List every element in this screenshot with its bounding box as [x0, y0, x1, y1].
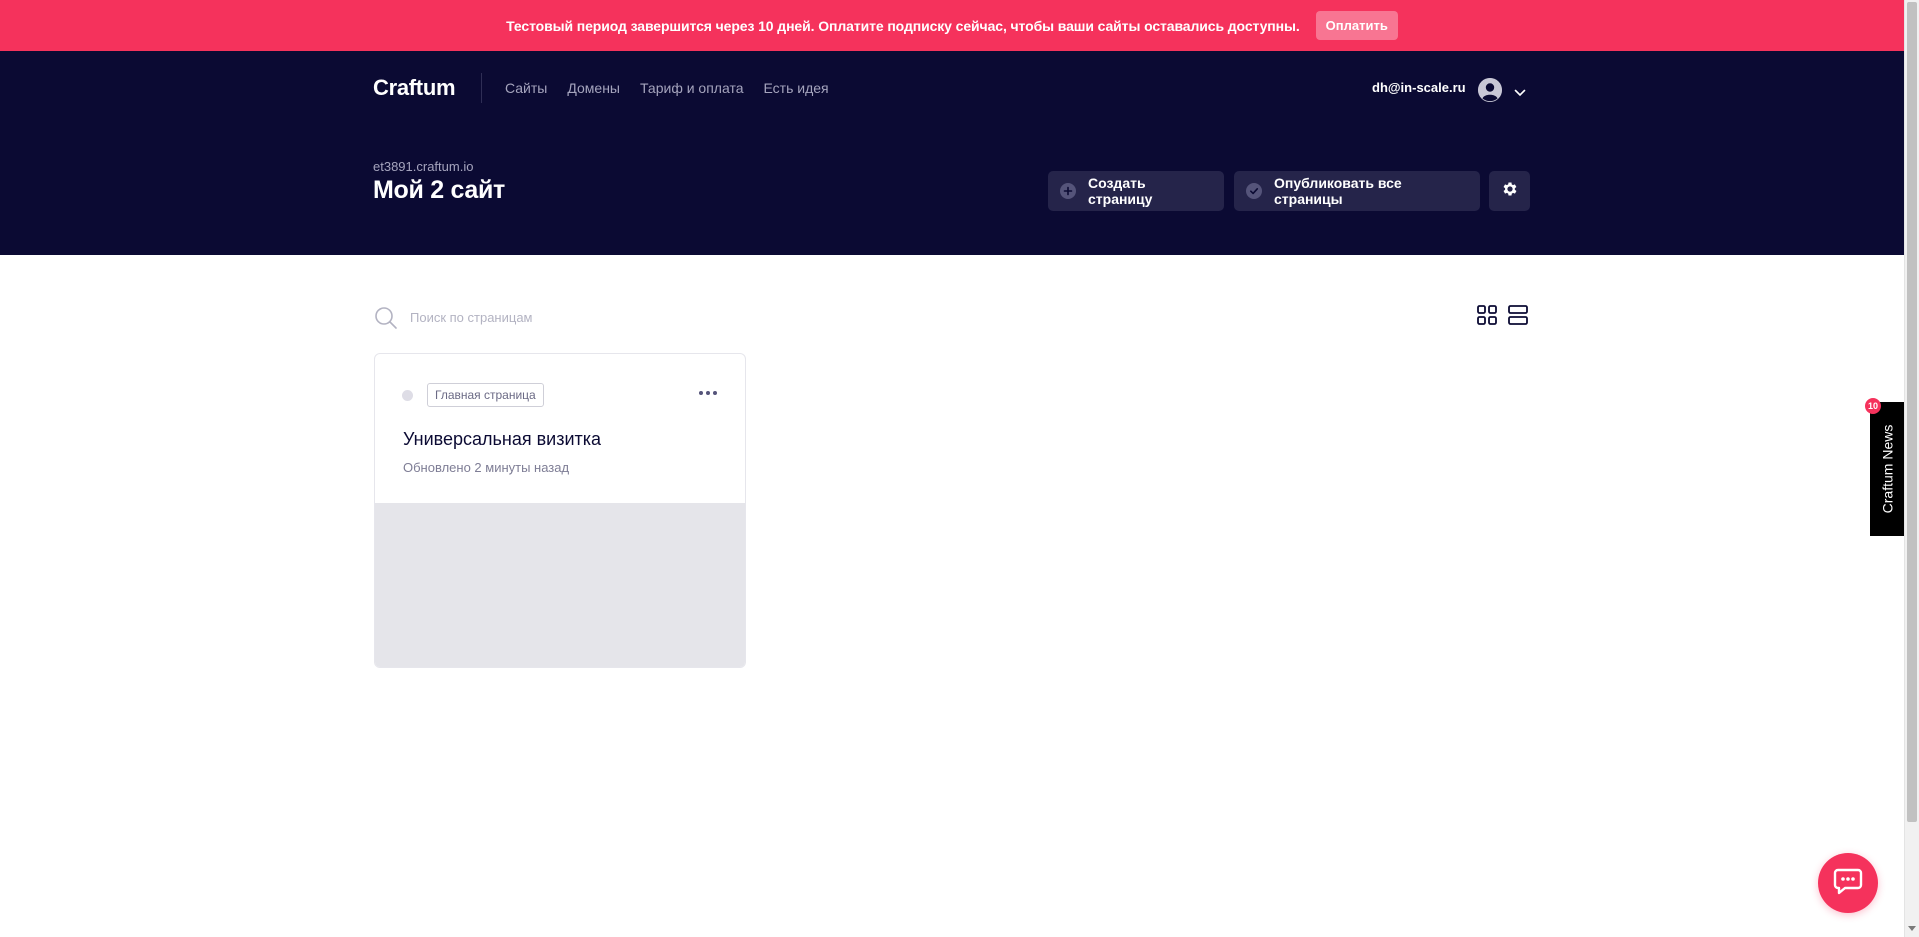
- page-title: Мой 2 сайт: [373, 176, 505, 204]
- page-preview[interactable]: [375, 503, 745, 667]
- nav-item-billing[interactable]: Тариф и оплата: [640, 80, 744, 96]
- main-nav: Сайты Домены Тариф и оплата Есть идея: [505, 80, 829, 96]
- news-tab[interactable]: Craftum News: [1870, 402, 1904, 536]
- site-domain[interactable]: et3891.craftum.io: [373, 159, 473, 174]
- news-count-badge: 10: [1865, 398, 1881, 414]
- trial-banner-text: Тестовый период завершится через 10 дней…: [506, 17, 1300, 34]
- settings-button[interactable]: [1489, 171, 1530, 211]
- page-updated: Обновлено 2 минуты назад: [403, 460, 570, 475]
- publish-all-button[interactable]: Опубликовать все страницы: [1234, 171, 1480, 211]
- craftum-logo[interactable]: Craftum: [373, 75, 456, 101]
- scroll-down-arrow[interactable]: [1908, 926, 1916, 931]
- gear-icon: [1501, 180, 1519, 203]
- scrollbar-thumb[interactable]: [1907, 2, 1917, 822]
- more-options-icon[interactable]: [696, 381, 720, 405]
- logo-divider: [481, 73, 482, 103]
- list-view-icon[interactable]: [1508, 305, 1528, 330]
- page-card[interactable]: Главная страница Универсальная визитка О…: [374, 353, 746, 668]
- create-page-label: Создать страницу: [1088, 175, 1153, 207]
- check-circle-icon: [1246, 183, 1262, 199]
- publish-all-label: Опубликовать все страницы: [1274, 175, 1402, 207]
- plus-circle-icon: [1060, 183, 1076, 199]
- user-avatar-icon[interactable]: [1478, 78, 1502, 102]
- grid-view-icon[interactable]: [1477, 305, 1497, 330]
- status-dot: [402, 390, 413, 401]
- search-icon: [374, 306, 398, 335]
- nav-item-domains[interactable]: Домены: [567, 80, 620, 96]
- pay-button[interactable]: Оплатить: [1315, 11, 1398, 40]
- search-input[interactable]: [410, 306, 810, 328]
- trial-banner: Тестовый период завершится через 10 дней…: [0, 0, 1904, 51]
- home-page-badge: Главная страница: [427, 383, 544, 407]
- chevron-down-icon[interactable]: [1514, 84, 1526, 102]
- news-tab-label: Craftum News: [1879, 424, 1895, 514]
- site-header: Craftum Сайты Домены Тариф и оплата Есть…: [0, 51, 1904, 255]
- user-email[interactable]: dh@in-scale.ru: [1372, 80, 1466, 95]
- nav-item-ideas[interactable]: Есть идея: [764, 80, 829, 96]
- chat-bubble-icon: [1833, 867, 1863, 900]
- chat-button[interactable]: [1818, 853, 1878, 913]
- create-page-button[interactable]: Создать страницу: [1048, 171, 1224, 211]
- page-name[interactable]: Универсальная визитка: [403, 429, 601, 450]
- nav-item-sites[interactable]: Сайты: [505, 80, 547, 96]
